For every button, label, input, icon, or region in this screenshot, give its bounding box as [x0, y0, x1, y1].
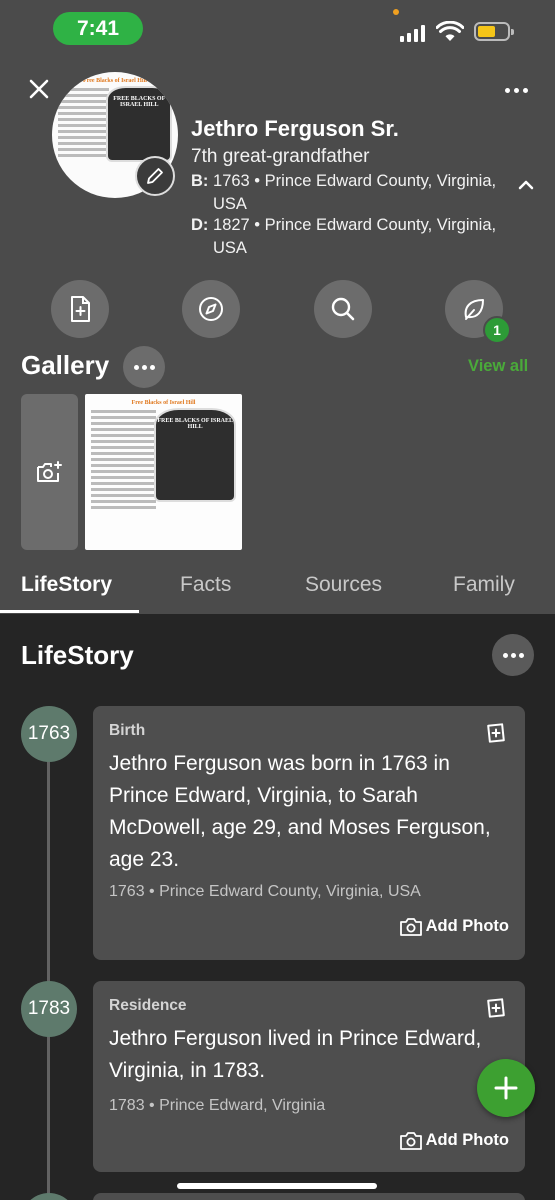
close-icon[interactable] [24, 74, 54, 104]
search-button[interactable] [314, 280, 372, 338]
birth-label: B: [191, 172, 209, 190]
active-tab-indicator [0, 610, 139, 613]
status-time: 7:41 [53, 12, 143, 45]
add-photo-label: Add Photo [425, 1131, 509, 1149]
camera-icon [399, 917, 422, 936]
event-type: Residence [109, 997, 187, 1014]
profile-photo-caption: Free Blacks of Israel Hill [83, 78, 147, 84]
historical-marker-sign: FREE BLACKS OF ISRAEL HILL [106, 86, 172, 162]
timeline-year: 1763 [21, 706, 77, 762]
death-info: D: 1827 • Prince Edward County, Virginia… [191, 214, 511, 260]
add-photo-icon [36, 461, 62, 482]
add-to-story-icon[interactable] [485, 997, 507, 1019]
birth-info: B: 1763 • Prince Edward County, Virginia… [191, 170, 511, 216]
pencil-icon [147, 168, 163, 184]
death-text: 1827 • Prince Edward County, Virginia, [213, 216, 497, 234]
timeline-year: 1783 [21, 981, 77, 1037]
gallery-photo-caption: Free Blacks of Israel Hill [131, 400, 196, 406]
tab-facts[interactable]: Facts [180, 573, 231, 597]
timeline-year-partial [21, 1193, 77, 1200]
leaf-hint-icon [464, 299, 484, 320]
gallery-more-button[interactable] [123, 346, 165, 388]
add-record-button[interactable] [51, 280, 109, 338]
lifestory-heading: LifeStory [21, 640, 134, 670]
add-document-icon [71, 296, 90, 322]
camera-icon [399, 1131, 422, 1150]
add-photo-button[interactable]: Add Photo [399, 917, 509, 936]
add-photo-label: Add Photo [425, 917, 509, 935]
event-description: Jethro Ferguson was born in 1763 in Prin… [109, 752, 491, 871]
plus-icon [494, 1076, 518, 1100]
compass-icon [199, 297, 223, 321]
tab-sources[interactable]: Sources [305, 573, 382, 597]
view-all-link[interactable]: View all [468, 357, 528, 376]
event-card-partial[interactable] [93, 1193, 525, 1200]
battery-icon [474, 22, 514, 41]
event-date-place: 1763 • Prince Edward County, Virginia, U… [109, 883, 421, 900]
person-name: Jethro Ferguson Sr. [191, 116, 399, 141]
explore-button[interactable] [182, 280, 240, 338]
birth-text-continued: USA [213, 195, 247, 213]
lifestory-more-button[interactable] [492, 634, 534, 676]
add-event-button[interactable] [477, 1059, 535, 1117]
historical-marker-sign: FREE BLACKS OF ISRAEL HILL [154, 408, 236, 502]
edit-photo-button[interactable] [135, 156, 175, 196]
privacy-indicator-icon [393, 9, 399, 15]
tab-bar: LifeStory Facts Sources Family [0, 565, 555, 614]
chevron-up-icon[interactable] [516, 178, 536, 192]
cellular-signal-icon [400, 24, 425, 42]
add-to-story-icon[interactable] [485, 722, 507, 744]
gallery-heading: Gallery [21, 350, 110, 380]
event-date-place: 1783 • Prince Edward, Virginia [109, 1097, 326, 1114]
gallery-photo[interactable]: Free Blacks of Israel Hill FREE BLACKS O… [85, 394, 242, 550]
tab-lifestory[interactable]: LifeStory [21, 573, 112, 597]
event-type: Birth [109, 722, 146, 739]
birth-text: 1763 • Prince Edward County, Virginia, [213, 172, 497, 190]
death-text-continued: USA [213, 239, 247, 257]
wifi-icon [436, 21, 464, 41]
add-photo-button[interactable]: Add Photo [399, 1131, 509, 1150]
search-icon [331, 297, 355, 321]
home-indicator[interactable] [177, 1183, 377, 1189]
relationship-label: 7th great-grandfather [191, 146, 370, 167]
tab-family[interactable]: Family [453, 573, 515, 597]
event-card-birth[interactable]: Birth Jethro Ferguson was born in 1763 i… [93, 706, 525, 960]
timeline-line [47, 735, 50, 1200]
death-label: D: [191, 216, 209, 234]
event-description: Jethro Ferguson lived in Prince Edward, … [109, 1027, 482, 1082]
event-card-residence[interactable]: Residence Jethro Ferguson lived in Princ… [93, 981, 525, 1172]
hint-count-badge: 1 [483, 316, 511, 344]
more-options-icon[interactable] [500, 80, 532, 100]
add-photo-tile[interactable] [21, 394, 78, 550]
